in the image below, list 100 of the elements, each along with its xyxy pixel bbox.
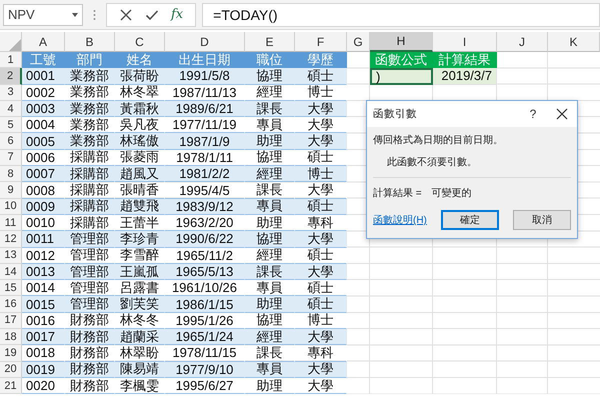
table-cell: 管理部 xyxy=(65,231,115,248)
result-label: 計算結果 = xyxy=(373,186,422,200)
cancel-icon[interactable] xyxy=(119,8,133,22)
insert-function-button[interactable]: fx xyxy=(171,7,184,22)
table-cell: ) xyxy=(370,68,433,85)
table-cell: 業務部 xyxy=(65,133,115,150)
help-button[interactable]: ? xyxy=(519,107,547,121)
row-header[interactable]: 16 xyxy=(0,296,22,313)
column-heading: 職位 xyxy=(245,52,295,68)
help-link[interactable]: 函數說明(H) xyxy=(373,213,427,227)
grip-icon xyxy=(93,8,96,20)
table-cell: 0017 xyxy=(22,329,65,346)
row-header[interactable]: 18 xyxy=(0,329,22,346)
table-cell: 大學 xyxy=(295,100,347,118)
row-header[interactable]: 21 xyxy=(0,378,22,394)
description-text: 傳回格式為日期的目前日期。 xyxy=(373,134,504,147)
table-cell: 1991/5/8 xyxy=(165,68,245,85)
row-header[interactable]: 2 xyxy=(0,68,22,85)
row-header[interactable]: 4 xyxy=(0,100,22,118)
table-cell: 專員 xyxy=(245,198,295,215)
table-cell: 財務部 xyxy=(65,329,115,346)
table-cell: 1965/1/24 xyxy=(165,329,245,346)
table-cell: 大學 xyxy=(295,362,347,378)
table-cell: 管理部 xyxy=(65,296,115,313)
column-heading: 學歷 xyxy=(295,52,347,68)
table-cell: 0005 xyxy=(22,133,65,150)
table-cell: 黃霜秋 xyxy=(115,100,165,118)
column-heading: 部門 xyxy=(65,52,115,68)
table-cell: 助理 xyxy=(245,296,295,313)
table-cell: 大學 xyxy=(295,133,347,150)
table-cell: 1995/6/27 xyxy=(165,378,245,394)
table-cell: 0003 xyxy=(22,100,65,118)
table-cell: 0009 xyxy=(22,198,65,215)
column-heading: 工號 xyxy=(22,52,65,68)
table-cell: 1965/5/13 xyxy=(165,264,245,280)
column-header[interactable]: K xyxy=(548,32,600,52)
dialog-button[interactable]: 確定 xyxy=(441,210,499,230)
table-cell: 協理 xyxy=(245,68,295,85)
table-cell: 1990/6/22 xyxy=(165,231,245,248)
row-header[interactable]: 1 xyxy=(0,52,22,68)
table-cell: 助理 xyxy=(245,378,295,394)
table-cell: 課長 xyxy=(245,100,295,118)
table-cell: 採購部 xyxy=(65,198,115,215)
table-cell: 財務部 xyxy=(65,362,115,378)
row-header[interactable]: 19 xyxy=(0,345,22,362)
dialog-button[interactable]: 取消 xyxy=(513,210,571,230)
row-header[interactable]: 12 xyxy=(0,231,22,248)
column-header[interactable]: H xyxy=(370,32,433,52)
caret-icon xyxy=(72,12,78,16)
table-cell: 趙雙飛 xyxy=(115,198,165,215)
row-header[interactable]: 3 xyxy=(0,84,22,101)
table-cell: 1977/9/10 xyxy=(165,362,245,378)
table-cell: 0001 xyxy=(22,68,65,85)
row-header[interactable]: 20 xyxy=(0,362,22,378)
column-heading: 出生日期 xyxy=(165,52,245,68)
table-cell: 張荷盼 xyxy=(115,68,165,85)
row-header[interactable]: 8 xyxy=(0,166,22,182)
table-cell: 0020 xyxy=(22,378,65,394)
table-cell: 1983/9/12 xyxy=(165,198,245,215)
table-cell: 博士 xyxy=(295,166,347,182)
row-header[interactable]: 9 xyxy=(0,182,22,199)
column-heading: 函數公式 xyxy=(370,52,433,68)
table-cell: 經理 xyxy=(245,166,295,182)
table-cell: 1987/1/9 xyxy=(165,133,245,150)
table-cell: 0019 xyxy=(22,362,65,378)
table-cell: 採購部 xyxy=(65,166,115,182)
table-cell: 財務部 xyxy=(65,378,115,394)
table-cell: 碩士 xyxy=(295,198,347,215)
row-header[interactable]: 10 xyxy=(0,198,22,215)
row-header[interactable]: 14 xyxy=(0,264,22,280)
row-header[interactable]: 7 xyxy=(0,150,22,166)
row-header[interactable]: 5 xyxy=(0,117,22,134)
formula-field[interactable]: =TODAY() xyxy=(202,2,600,26)
table-cell: 李珍青 xyxy=(115,231,165,248)
column-heading: 姓名 xyxy=(115,52,165,68)
table-cell: 協理 xyxy=(245,231,295,248)
row-header[interactable]: 6 xyxy=(0,133,22,150)
table-cell: 0007 xyxy=(22,166,65,182)
row-header[interactable]: 15 xyxy=(0,280,22,296)
row-header[interactable]: 13 xyxy=(0,248,22,264)
row-header[interactable]: 17 xyxy=(0,312,22,330)
table-cell: 業務部 xyxy=(65,100,115,118)
row-header[interactable]: 11 xyxy=(0,214,22,232)
name-box[interactable]: NPV xyxy=(3,4,83,26)
table-cell: 1989/6/21 xyxy=(165,100,245,118)
table-cell: 李楓雯 xyxy=(115,378,165,394)
table-cell: 大學 xyxy=(295,264,347,280)
table-cell: 管理部 xyxy=(65,264,115,280)
table-cell: 0013 xyxy=(22,264,65,280)
table-cell: 劉芙笑 xyxy=(115,296,165,313)
table-cell: 助理 xyxy=(245,133,295,150)
table-cell: 課長 xyxy=(245,264,295,280)
table-cell: 碩士 xyxy=(295,68,347,85)
column-header[interactable]: J xyxy=(497,32,548,52)
table-cell: 趙蘭采 xyxy=(115,329,165,346)
table-cell: 王嵐孤 xyxy=(115,264,165,280)
result-value: 可變更的 xyxy=(432,186,472,200)
table-cell: 碩士 xyxy=(295,296,347,313)
check-icon[interactable] xyxy=(145,8,159,22)
table-cell: 專員 xyxy=(245,362,295,378)
